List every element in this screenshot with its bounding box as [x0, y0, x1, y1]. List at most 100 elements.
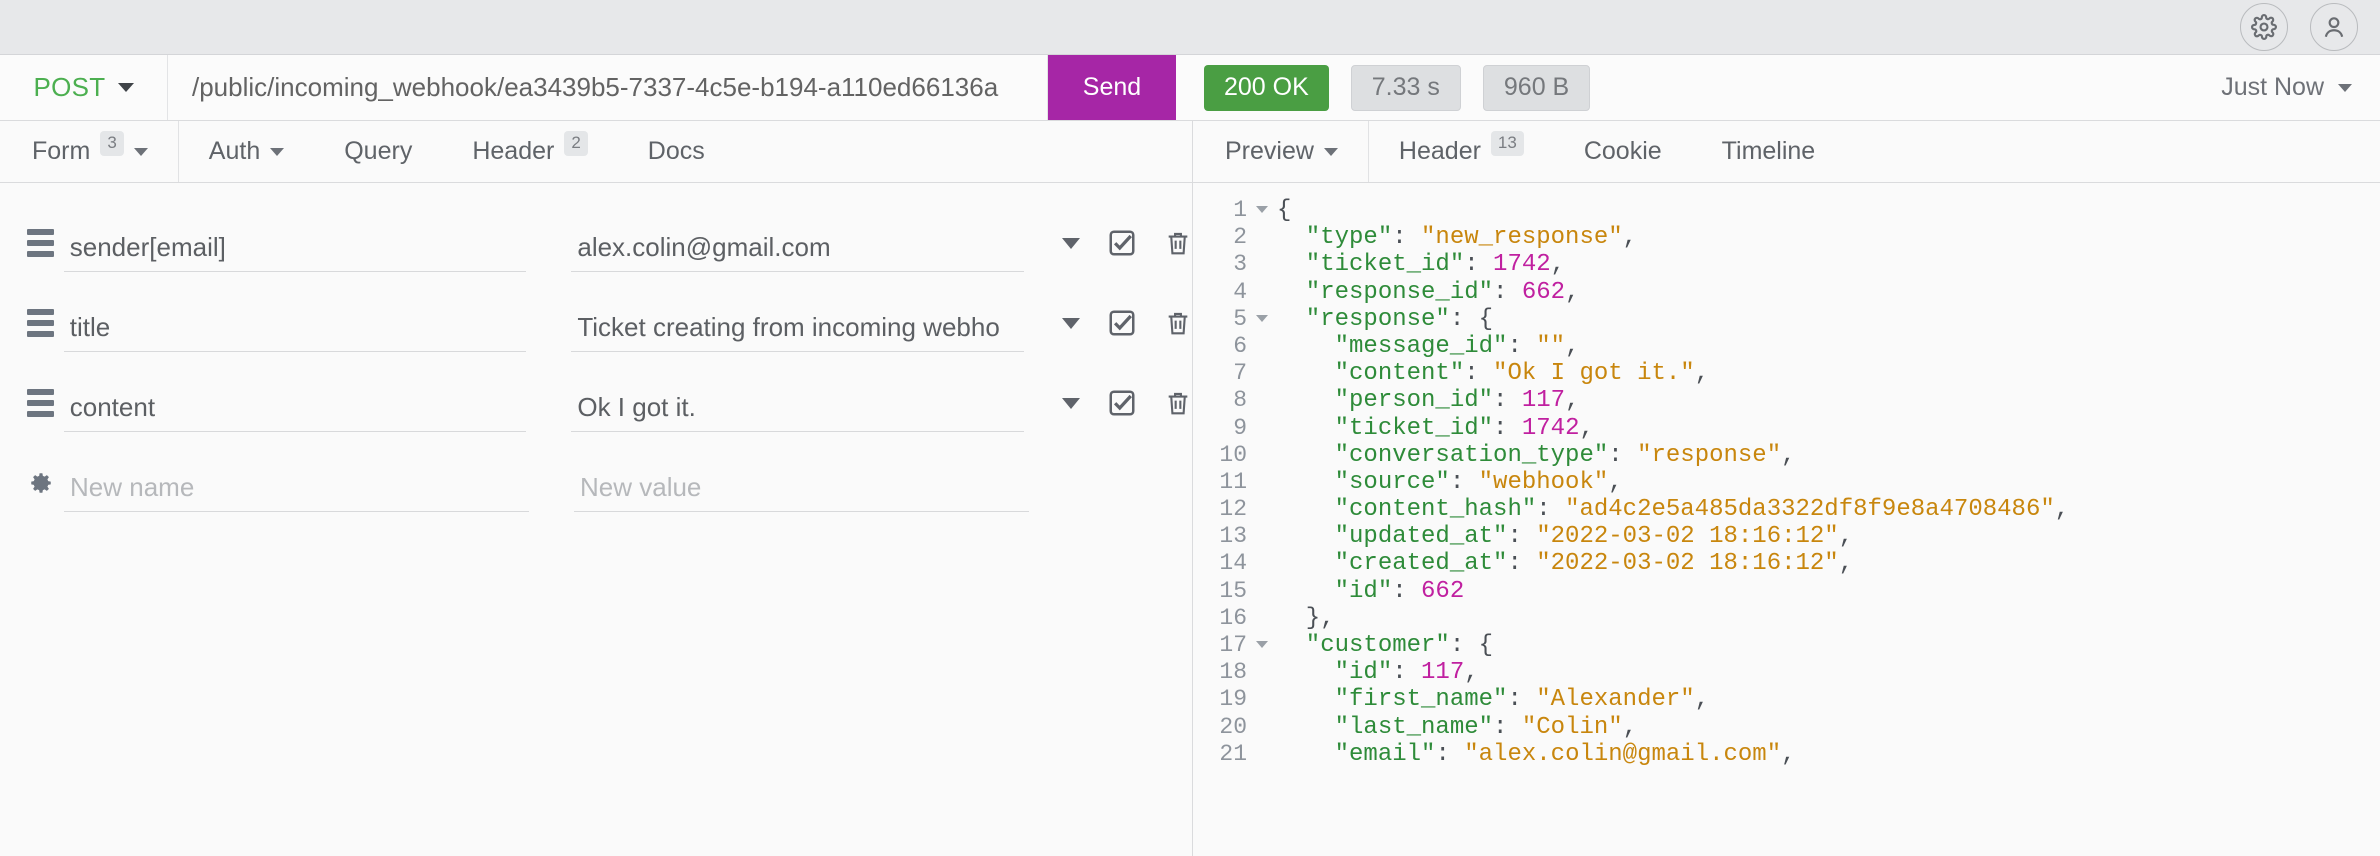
- tab-cookie[interactable]: Cookie: [1554, 121, 1692, 182]
- response-tabbar: Preview Header 13 Cookie Timeline: [1193, 121, 2380, 183]
- json-line-number: 8: [1233, 387, 1247, 414]
- tab-label: Preview: [1225, 137, 1314, 165]
- request-tabbar: Form 3 Auth Query Header 2 Docs: [0, 121, 1192, 183]
- drag-handle-icon[interactable]: [18, 309, 64, 337]
- param-value-input[interactable]: Ok I got it.: [571, 374, 1024, 432]
- request-pane: Form 3 Auth Query Header 2 Docs sender[email] a…: [0, 121, 1193, 856]
- tab-label: Form: [32, 137, 91, 165]
- json-line-content: "content": "Ok I got it.",: [1277, 360, 1710, 388]
- param-enabled-checkbox[interactable]: [1107, 388, 1137, 418]
- form-row: sender[email] alex.colin@gmail.com: [0, 203, 1192, 283]
- tab-auth[interactable]: Auth: [179, 121, 314, 182]
- param-name-input[interactable]: title: [63, 294, 527, 352]
- send-button[interactable]: Send: [1048, 55, 1176, 120]
- fold-toggle-icon[interactable]: [1251, 306, 1273, 322]
- json-line-content: "person_id": 117,: [1277, 387, 1580, 415]
- history-selector[interactable]: Just Now: [2221, 55, 2380, 120]
- json-line-number: 16: [1219, 604, 1247, 631]
- tab-header[interactable]: Header 2: [442, 121, 617, 182]
- status-badge: 200 OK: [1204, 64, 1329, 111]
- fold-toggle-icon[interactable]: [1251, 632, 1273, 648]
- json-line: 17 "customer": {: [1193, 632, 2380, 659]
- size-badge: 960 B: [1482, 64, 1591, 111]
- json-line-content: "last_name": "Colin",: [1277, 713, 1638, 741]
- delete-row-icon[interactable]: [1164, 389, 1192, 417]
- chevron-down-icon[interactable]: [1062, 317, 1080, 329]
- json-line: 4 "response_id": 662,: [1193, 279, 2380, 306]
- row-actions: [1054, 388, 1192, 418]
- json-line: 9 "ticket_id": 1742,: [1193, 415, 2380, 442]
- json-line-content: },: [1277, 604, 1335, 632]
- request-bar: POST /public/incoming_webhook/ea3439b5-7…: [0, 55, 2380, 121]
- tab-header[interactable]: Header 13: [1369, 121, 1554, 182]
- json-line-content: "ticket_id": 1742,: [1277, 251, 1566, 279]
- json-line-content: "source": "webhook",: [1277, 468, 1623, 496]
- param-enabled-checkbox[interactable]: [1107, 308, 1137, 338]
- api-client-window: POST /public/incoming_webhook/ea3439b5-7…: [0, 0, 2380, 856]
- chevron-down-icon[interactable]: [1062, 397, 1080, 409]
- json-line-number: 9: [1233, 414, 1247, 441]
- json-line: 12 "content_hash": "ad4c2e5a485da3322df8…: [1193, 496, 2380, 523]
- param-value-input[interactable]: Ticket creating from incoming webho: [571, 294, 1024, 352]
- tab-form[interactable]: Form 3: [0, 121, 179, 182]
- fold-toggle-icon[interactable]: [1251, 197, 1273, 213]
- param-value-input[interactable]: alex.colin@gmail.com: [571, 214, 1024, 272]
- json-line-content: {: [1277, 197, 1292, 224]
- json-line-number: 3: [1233, 251, 1247, 278]
- new-param-name-input[interactable]: New name: [64, 454, 529, 512]
- tab-label: Timeline: [1721, 137, 1816, 165]
- tab-count-badge: 13: [1490, 131, 1524, 156]
- url-input[interactable]: /public/incoming_webhook/ea3439b5-7337-4…: [168, 55, 1048, 120]
- tab-label: Header: [472, 137, 555, 165]
- chevron-down-icon: [117, 83, 134, 92]
- response-status-group: 200 OK 7.33 s 960 B: [1176, 55, 2221, 120]
- drag-handle-icon[interactable]: [18, 389, 64, 417]
- chevron-down-icon: [1323, 147, 1338, 156]
- drag-handle-icon[interactable]: [18, 229, 64, 257]
- gear-icon[interactable]: [2240, 3, 2288, 51]
- json-line-content: "conversation_type": "response",: [1277, 441, 1796, 469]
- chevron-down-icon[interactable]: [1062, 237, 1080, 249]
- param-enabled-checkbox[interactable]: [1107, 228, 1137, 258]
- json-line: 2 "type": "new_response",: [1193, 224, 2380, 251]
- tab-preview[interactable]: Preview: [1193, 121, 1369, 182]
- gear-icon[interactable]: [18, 470, 64, 496]
- app-toolbar: [0, 0, 2380, 55]
- json-line-number: 1: [1233, 197, 1247, 223]
- json-line-content: "id": 117,: [1277, 659, 1479, 687]
- tab-label: Query: [344, 137, 413, 165]
- form-row: title Ticket creating from incoming webho: [0, 283, 1192, 363]
- delete-row-icon[interactable]: [1164, 229, 1192, 257]
- http-method-label: POST: [33, 72, 106, 102]
- param-name-input[interactable]: sender[email]: [63, 214, 527, 272]
- json-line-number: 11: [1219, 468, 1247, 495]
- json-line: 21 "email": "alex.colin@gmail.com",: [1193, 741, 2380, 768]
- json-line-content: "response": {: [1277, 305, 1494, 333]
- json-line-content: "message_id": "",: [1277, 332, 1580, 360]
- json-line-content: "ticket_id": 1742,: [1277, 414, 1594, 442]
- tab-query[interactable]: Query: [314, 121, 442, 182]
- delete-row-icon[interactable]: [1164, 309, 1192, 337]
- json-line-number: 20: [1219, 713, 1247, 740]
- param-name-input[interactable]: content: [63, 374, 527, 432]
- new-param-value-input[interactable]: New value: [574, 454, 1029, 512]
- json-line: 1{: [1193, 197, 2380, 224]
- json-line-number: 21: [1219, 740, 1247, 767]
- tab-docs[interactable]: Docs: [618, 121, 735, 182]
- tab-timeline[interactable]: Timeline: [1692, 121, 1846, 182]
- duration-badge: 7.33 s: [1350, 64, 1461, 111]
- http-method-selector[interactable]: POST: [0, 55, 168, 120]
- response-json-viewer[interactable]: 1{2 "type": "new_response", 3 "ticket_id"…: [1193, 183, 2380, 856]
- user-avatar-icon[interactable]: [2310, 3, 2358, 51]
